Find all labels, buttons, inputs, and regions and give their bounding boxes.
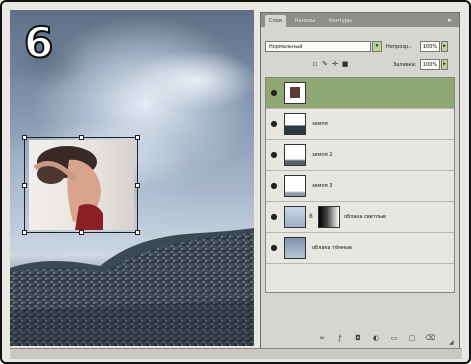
layer-thumbnail: [284, 82, 306, 104]
eye-icon[interactable]: ●: [269, 119, 279, 129]
eye-icon[interactable]: ●: [269, 212, 279, 222]
eye-icon[interactable]: ●: [269, 181, 279, 191]
blend-mode-select[interactable]: Нормальный: [265, 41, 371, 52]
woman-photo-layer: [29, 140, 134, 230]
blend-opacity-row: Нормальный ▾ Непрозр.: 100% ▸: [265, 40, 455, 54]
layer-thumbnail: [284, 144, 306, 166]
chevron-right-icon[interactable]: ▸: [441, 41, 448, 52]
fill-field[interactable]: 100%: [420, 59, 440, 70]
lock-icon[interactable]: ■: [341, 60, 349, 68]
layer-name[interactable]: земля 3: [312, 181, 332, 191]
layer-name[interactable]: облака светлые: [344, 212, 386, 222]
layer-name[interactable]: облака тёмные: [312, 243, 352, 253]
layer-mask-thumbnail[interactable]: [318, 206, 340, 228]
screenshot-frame: 6 Слои Каналы Контуры ▸ Нормальный ▾ Неп…: [0, 0, 471, 364]
bottom-strip: [10, 348, 462, 359]
mask-icon[interactable]: ◘: [353, 333, 363, 343]
transform-handle[interactable]: [22, 230, 27, 235]
fill-label: Заливка:: [393, 62, 417, 68]
transform-handle[interactable]: [79, 230, 84, 235]
panel-bottom-bar: ∞ ƒ ◘ ◐ ▭ ▢ ⌫: [265, 331, 455, 345]
transform-handle[interactable]: [135, 230, 140, 235]
new-layer-icon[interactable]: ▢: [407, 333, 417, 343]
layer-name[interactable]: земля 2: [312, 150, 332, 160]
move-icon[interactable]: ✛: [331, 60, 339, 68]
tab-channels[interactable]: Каналы: [291, 15, 319, 27]
tab-layers[interactable]: Слои: [265, 15, 286, 27]
panel-tabs: Слои Каналы Контуры ▸: [261, 13, 459, 27]
transform-bounding-box[interactable]: [22, 135, 140, 235]
eye-icon[interactable]: ●: [269, 243, 279, 253]
chevron-right-icon[interactable]: ▸: [441, 59, 448, 70]
layer-thumbnail: [284, 206, 306, 228]
brush-icon[interactable]: ✎: [321, 60, 329, 68]
layer-thumbnail: [284, 113, 306, 135]
transform-handle[interactable]: [135, 183, 140, 188]
panel-menu-icon[interactable]: ▸: [445, 15, 455, 25]
layer-thumbnail: [284, 175, 306, 197]
eye-icon[interactable]: ●: [269, 88, 279, 98]
transform-handle[interactable]: [22, 183, 27, 188]
chevron-down-icon[interactable]: ▾: [372, 41, 382, 52]
document-canvas[interactable]: 6: [10, 10, 254, 346]
folder-icon[interactable]: ▭: [389, 333, 399, 343]
resize-grip-icon[interactable]: ◢: [449, 339, 457, 347]
layer-row[interactable]: ● земля: [266, 109, 454, 140]
layers-list: ● ● земля ● земля 2 ● земля 3 ● 8 облака…: [265, 77, 455, 293]
layer-row[interactable]: ● земля 3: [266, 171, 454, 202]
opacity-field[interactable]: 100%: [420, 41, 440, 52]
lock-transparency-icon[interactable]: ▫: [311, 60, 319, 68]
fx-icon[interactable]: ƒ: [335, 333, 345, 343]
layer-row[interactable]: ●: [266, 78, 454, 109]
step-number: 6: [23, 18, 54, 67]
layer-name[interactable]: земля: [312, 119, 328, 129]
layer-row[interactable]: ● облака тёмные: [266, 233, 454, 264]
link-layers-icon[interactable]: ∞: [317, 333, 327, 343]
opacity-label: Непрозр.:: [386, 44, 412, 50]
layer-row[interactable]: ● 8 облака светлые: [266, 202, 454, 233]
eye-icon[interactable]: ●: [269, 150, 279, 160]
transform-handle[interactable]: [22, 135, 27, 140]
trash-icon[interactable]: ⌫: [425, 333, 435, 343]
layer-row[interactable]: ● земля 2: [266, 140, 454, 171]
lock-fill-row: ▫ ✎ ✛ ■ Заливка: 100% ▸: [265, 58, 455, 72]
transform-handle[interactable]: [79, 135, 84, 140]
layer-thumbnail: [284, 237, 306, 259]
tab-paths[interactable]: Контуры: [325, 15, 356, 27]
layers-panel: Слои Каналы Контуры ▸ Нормальный ▾ Непро…: [260, 12, 460, 350]
transform-handle[interactable]: [135, 135, 140, 140]
adjustment-icon[interactable]: ◐: [371, 333, 381, 343]
chain-icon[interactable]: 8: [309, 212, 315, 222]
